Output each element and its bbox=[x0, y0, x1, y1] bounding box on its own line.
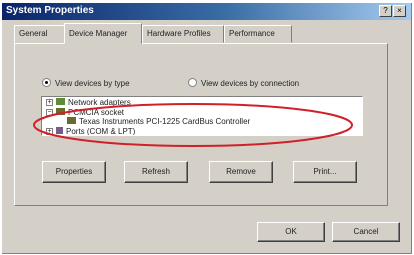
window-title: System Properties bbox=[6, 5, 94, 16]
tab-general[interactable]: General bbox=[14, 25, 66, 43]
tree-item-cardbus-controller[interactable]: Texas Instruments PCI-1225 CardBus Contr… bbox=[67, 117, 250, 127]
close-button[interactable]: × bbox=[393, 5, 406, 17]
print-button[interactable]: Print... bbox=[293, 161, 357, 183]
radio-unselected-icon bbox=[188, 78, 197, 87]
collapse-icon[interactable]: − bbox=[46, 109, 53, 116]
pcmcia-socket-icon bbox=[56, 108, 65, 115]
tree-item-label: Network adapters bbox=[68, 98, 131, 107]
tree-item-label: Texas Instruments PCI-1225 CardBus Contr… bbox=[79, 117, 251, 126]
view-by-type-label: View devices by type bbox=[55, 79, 130, 88]
tree-item-ports[interactable]: + Ports (COM & LPT) bbox=[46, 127, 136, 136]
title-bar[interactable]: System Properties ? × bbox=[2, 3, 411, 20]
ok-button[interactable]: OK bbox=[257, 222, 325, 242]
radio-selected-icon bbox=[42, 78, 51, 87]
pcmcia-device-icon bbox=[67, 117, 76, 124]
tab-device-manager[interactable]: Device Manager bbox=[64, 23, 142, 44]
port-icon bbox=[56, 127, 63, 134]
view-by-type-radio[interactable]: View devices by type bbox=[42, 78, 130, 88]
tree-item-label: PCMCIA socket bbox=[68, 108, 125, 117]
tree-item-label: Ports (COM & LPT) bbox=[66, 127, 136, 136]
device-tree[interactable]: + Network adapters − PCMCIA socket Texas I… bbox=[41, 96, 363, 136]
remove-button[interactable]: Remove bbox=[209, 161, 273, 183]
tree-item-network-adapters[interactable]: + Network adapters bbox=[46, 98, 131, 108]
cancel-button[interactable]: Cancel bbox=[332, 222, 400, 242]
network-adapter-icon bbox=[56, 98, 65, 105]
view-by-connection-radio[interactable]: View devices by connection bbox=[188, 78, 299, 88]
expand-icon[interactable]: + bbox=[46, 99, 53, 106]
tab-performance[interactable]: Performance bbox=[224, 25, 292, 43]
properties-button[interactable]: Properties bbox=[42, 161, 106, 183]
expand-icon[interactable]: + bbox=[46, 128, 53, 135]
refresh-button[interactable]: Refresh bbox=[124, 161, 188, 183]
help-button[interactable]: ? bbox=[379, 5, 392, 17]
tab-hardware-profiles[interactable]: Hardware Profiles bbox=[142, 25, 224, 43]
view-by-connection-label: View devices by connection bbox=[201, 79, 300, 88]
